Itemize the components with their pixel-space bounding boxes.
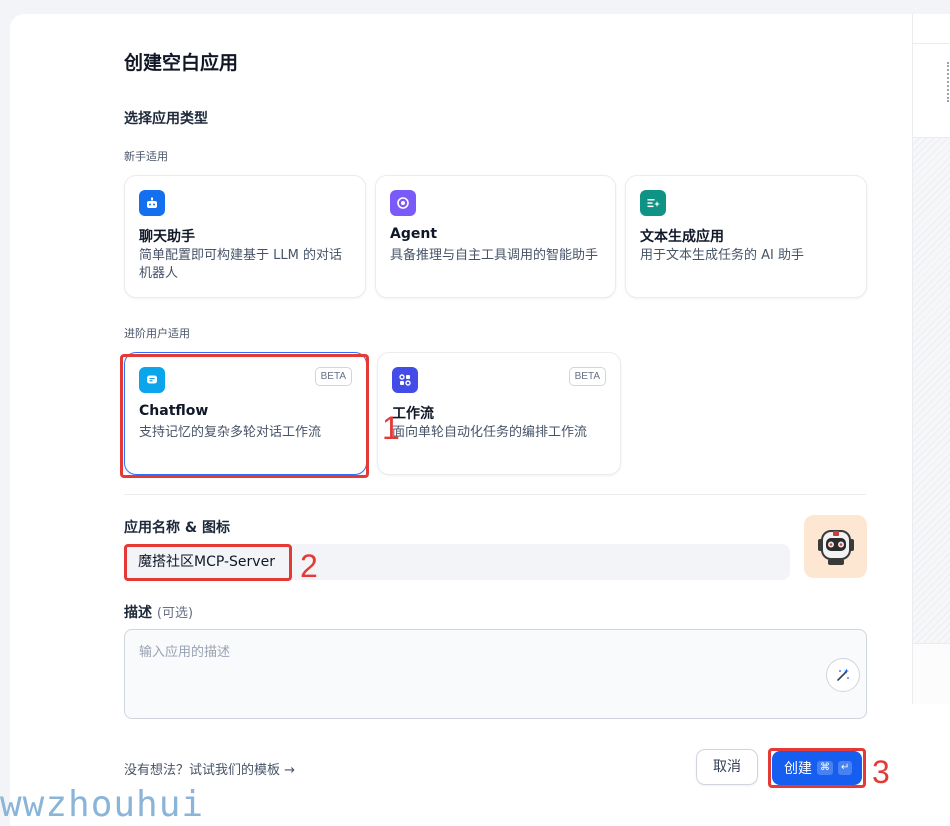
chat-bot-icon [139, 190, 165, 216]
description-placeholder: 输入应用的描述 [139, 645, 231, 660]
app-type-card-workflow[interactable]: BETA 工作流 面向单轮自动化任务的编排工作流 [377, 352, 621, 475]
card-desc: 简单配置即可构建基于 LLM 的对话机器人 [139, 248, 342, 281]
card-desc: 面向单轮自动化任务的编排工作流 [392, 425, 588, 440]
advanced-label: 进阶用户适用 [124, 327, 190, 340]
app-type-card-text-generator[interactable]: 文本生成应用 用于文本生成任务的 AI 助手 [625, 175, 867, 298]
watermark: wwzhouhui [0, 784, 205, 825]
highlight-box-2 [124, 544, 292, 581]
optional-hint: (可选) [156, 606, 194, 621]
robot-avatar-icon[interactable] [804, 515, 867, 578]
annotation-number-2: 2 [300, 548, 318, 584]
beginner-label: 新手适用 [124, 150, 168, 163]
card-desc: 用于文本生成任务的 AI 助手 [640, 248, 804, 263]
app-name-label: 应用名称 & 图标 [124, 520, 230, 536]
highlight-box-3 [768, 748, 866, 788]
magic-wand-icon[interactable] [826, 658, 860, 692]
text-generation-icon [640, 190, 666, 216]
beta-badge: BETA [568, 367, 606, 386]
card-desc: 具备推理与自主工具调用的智能助手 [390, 248, 599, 263]
agent-icon [390, 190, 416, 216]
app-type-card-agent[interactable]: Agent 具备推理与自主工具调用的智能助手 [375, 175, 616, 298]
highlight-box-1 [120, 354, 369, 478]
dialog-title: 创建空白应用 [124, 52, 239, 74]
description-label: 描述 (可选) [124, 605, 194, 621]
annotation-number-1: 1 [382, 410, 400, 446]
choose-type-label: 选择应用类型 [124, 111, 208, 127]
divider [124, 494, 866, 495]
app-type-card-chat-assistant[interactable]: 聊天助手 简单配置即可构建基于 LLM 的对话机器人 [124, 175, 366, 298]
annotation-number-3: 3 [872, 754, 890, 790]
cancel-button[interactable]: 取消 [696, 749, 758, 785]
card-title: 文本生成应用 [640, 229, 724, 245]
card-title: 聊天助手 [139, 229, 195, 245]
card-title: Agent [390, 226, 438, 242]
workflow-icon [392, 367, 418, 393]
template-link[interactable]: 没有想法？试试我们的模板 → [124, 759, 295, 778]
background-side-panel [912, 14, 950, 704]
description-textarea[interactable]: 输入应用的描述 [124, 629, 867, 719]
